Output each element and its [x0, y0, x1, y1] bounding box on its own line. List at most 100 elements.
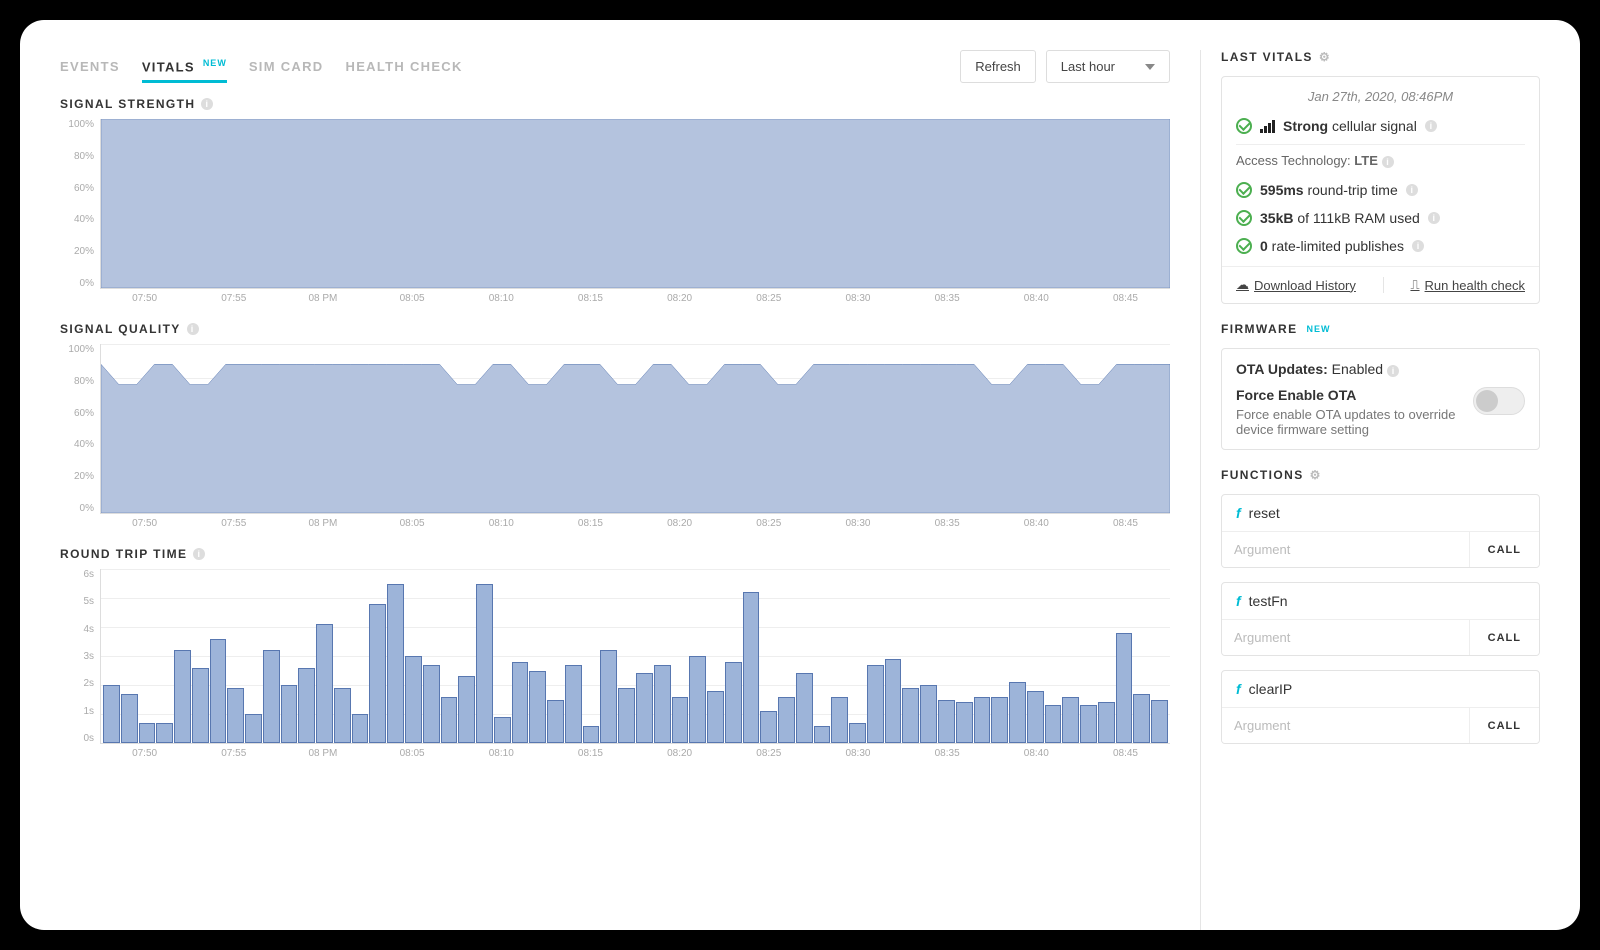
- refresh-button[interactable]: Refresh: [960, 50, 1036, 83]
- bar: [920, 685, 937, 743]
- vital-ram-text: 35kB of 111kB RAM used: [1260, 210, 1420, 226]
- top-controls: Refresh Last hour: [960, 50, 1170, 83]
- bar: [121, 694, 138, 743]
- vital-rate-text: 0 rate-limited publishes: [1260, 238, 1404, 254]
- bar: [1027, 691, 1044, 743]
- functions-header: FUNCTIONS ⚙: [1221, 468, 1540, 482]
- run-health-check-link[interactable]: ⎍ Run health check: [1410, 277, 1525, 293]
- check-icon: [1236, 210, 1252, 226]
- force-ota-toggle[interactable]: [1473, 387, 1525, 415]
- function-header: ftestFn: [1222, 583, 1539, 619]
- time-range-select[interactable]: Last hour: [1046, 50, 1170, 83]
- function-icon: f: [1236, 681, 1241, 697]
- info-icon[interactable]: i: [201, 98, 213, 110]
- bar: [405, 656, 422, 743]
- bar: [316, 624, 333, 743]
- ota-status: OTA Updates: Enabled i: [1236, 361, 1525, 377]
- gear-icon[interactable]: ⚙: [1310, 468, 1322, 482]
- bar: [369, 604, 386, 743]
- info-icon[interactable]: i: [193, 548, 205, 560]
- bar: [707, 691, 724, 743]
- bar: [423, 665, 440, 743]
- gear-icon[interactable]: ⚙: [1319, 50, 1331, 64]
- bars: [101, 569, 1170, 743]
- info-icon[interactable]: i: [1382, 156, 1394, 168]
- info-icon[interactable]: i: [1428, 212, 1440, 224]
- bar: [210, 639, 227, 743]
- signal-quality-chart: 100%80%60%40%20%0% 07:5007:5508 PM08:050…: [60, 344, 1170, 529]
- tab-sim-card[interactable]: SIM CARD: [249, 59, 324, 80]
- info-icon[interactable]: i: [187, 323, 199, 335]
- bar: [618, 688, 635, 743]
- bar: [867, 665, 884, 743]
- bar: [156, 723, 173, 743]
- function-call-button[interactable]: CALL: [1469, 708, 1539, 743]
- time-range-value: Last hour: [1061, 59, 1115, 74]
- bar: [334, 688, 351, 743]
- bar: [263, 650, 280, 743]
- bar: [565, 665, 582, 743]
- function-call-button[interactable]: CALL: [1469, 532, 1539, 567]
- bar: [281, 685, 298, 743]
- y-axis: 6s5s4s3s2s1s0s: [60, 569, 100, 744]
- bar: [991, 697, 1008, 743]
- function-argument-input[interactable]: [1222, 620, 1469, 655]
- function-card: ftestFnCALL: [1221, 582, 1540, 656]
- bar: [441, 697, 458, 743]
- function-card: fresetCALL: [1221, 494, 1540, 568]
- info-icon[interactable]: i: [1412, 240, 1424, 252]
- function-icon: f: [1236, 505, 1241, 521]
- bar: [902, 688, 919, 743]
- vital-signal-text: Strong cellular signal: [1283, 118, 1417, 134]
- function-name: testFn: [1249, 593, 1288, 609]
- new-badge: NEW: [203, 58, 227, 68]
- tab-bar: EVENTS VITALS NEW SIM CARD HEALTH CHECK …: [60, 50, 1170, 83]
- signal-quality-title: SIGNAL QUALITY i: [60, 322, 1170, 336]
- bar: [476, 584, 493, 744]
- bar: [831, 697, 848, 743]
- bar: [956, 702, 973, 743]
- function-call-button[interactable]: CALL: [1469, 620, 1539, 655]
- vitals-timestamp: Jan 27th, 2020, 08:46PM: [1236, 89, 1525, 104]
- bar: [938, 700, 955, 744]
- info-icon[interactable]: i: [1387, 365, 1399, 377]
- info-icon[interactable]: i: [1406, 184, 1418, 196]
- download-history-link[interactable]: ☁ Download History: [1236, 277, 1356, 293]
- toggle-knob: [1476, 390, 1498, 412]
- info-icon[interactable]: i: [1425, 120, 1437, 132]
- function-argument-input[interactable]: [1222, 708, 1469, 743]
- function-argument-input[interactable]: [1222, 532, 1469, 567]
- last-vitals-header: LAST VITALS ⚙: [1221, 50, 1540, 64]
- bar: [583, 726, 600, 743]
- force-ota-row: Force Enable OTA Force enable OTA update…: [1236, 387, 1525, 437]
- bar: [227, 688, 244, 743]
- area-path: [101, 344, 1170, 513]
- tab-health-check[interactable]: HEALTH CHECK: [346, 59, 463, 80]
- bar: [778, 697, 795, 743]
- tab-events[interactable]: EVENTS: [60, 59, 120, 80]
- bar: [1045, 705, 1062, 743]
- bar: [387, 584, 404, 744]
- bar: [1098, 702, 1115, 743]
- vital-rate: 0 rate-limited publishes i: [1236, 232, 1525, 260]
- function-header: freset: [1222, 495, 1539, 531]
- signal-quality-label: SIGNAL QUALITY: [60, 322, 181, 336]
- functions-label: FUNCTIONS: [1221, 468, 1304, 482]
- function-card: fclearIPCALL: [1221, 670, 1540, 744]
- force-ota-title: Force Enable OTA: [1236, 387, 1463, 403]
- check-icon: [1236, 182, 1252, 198]
- rtt-label: ROUND TRIP TIME: [60, 547, 187, 561]
- signal-strength-label: SIGNAL STRENGTH: [60, 97, 195, 111]
- bar: [529, 671, 546, 744]
- function-name: reset: [1249, 505, 1280, 521]
- bar: [654, 665, 671, 743]
- tab-vitals[interactable]: VITALS NEW: [142, 58, 227, 83]
- vital-rtt-text: 595ms round-trip time: [1260, 182, 1398, 198]
- plot-area: [100, 344, 1170, 514]
- check-icon: [1236, 238, 1252, 254]
- bar: [1116, 633, 1133, 743]
- function-header: fclearIP: [1222, 671, 1539, 707]
- bar: [689, 656, 706, 743]
- plot-area: [100, 119, 1170, 289]
- bar: [849, 723, 866, 743]
